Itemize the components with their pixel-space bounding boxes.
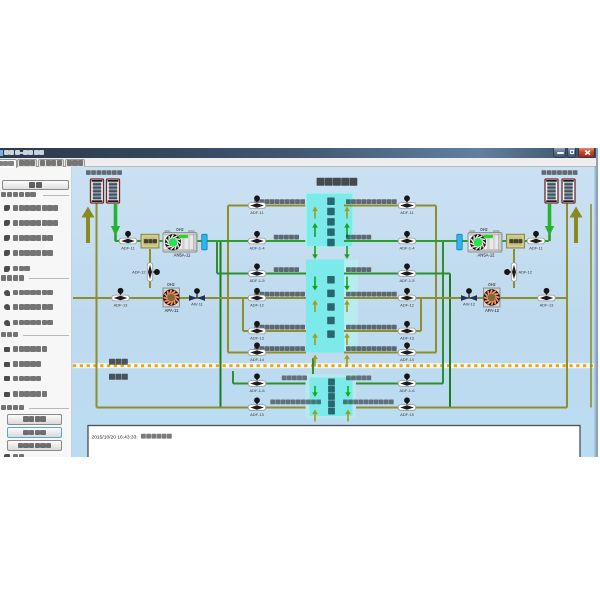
svg-text:ADF-12: ADF-12 xyxy=(400,303,415,308)
svg-text:ADF-14: ADF-14 xyxy=(400,357,415,362)
svg-text:AN5A-12: AN5A-12 xyxy=(478,252,496,257)
svg-text:ADF-12: ADF-12 xyxy=(132,270,145,275)
svg-text:0Hz: 0Hz xyxy=(488,282,495,287)
svg-text:APA-11: APA-11 xyxy=(165,308,179,313)
svg-text:ADF-15: ADF-15 xyxy=(400,412,415,417)
svg-text:ADF-13: ADF-13 xyxy=(400,336,415,341)
svg-text:AN5A-11: AN5A-11 xyxy=(174,252,191,257)
svg-text:ADF-11: ADF-11 xyxy=(529,246,543,251)
svg-text:0Hz: 0Hz xyxy=(167,282,174,287)
svg-text:ADF-12: ADF-12 xyxy=(519,270,532,275)
svg-text:ADF-1-5: ADF-1-5 xyxy=(399,278,415,283)
svg-text:ADF-13: ADF-13 xyxy=(540,303,555,308)
svg-text:ADF-1-6: ADF-1-6 xyxy=(249,388,265,393)
svg-text:ADF-1-4: ADF-1-4 xyxy=(249,246,265,251)
svg-text:ADF-11: ADF-11 xyxy=(400,210,414,215)
svg-text:ADF-11: ADF-11 xyxy=(121,246,135,251)
svg-text:AIV-12: AIV-12 xyxy=(463,302,476,307)
svg-text:ADF-1-6: ADF-1-6 xyxy=(399,388,415,393)
svg-text:0Hz: 0Hz xyxy=(176,227,183,232)
svg-text:AIV-11: AIV-11 xyxy=(191,302,203,307)
svg-text:ADF-1-5: ADF-1-5 xyxy=(249,278,265,283)
svg-text:ADF-12: ADF-12 xyxy=(250,303,265,308)
svg-text:APA-12: APA-12 xyxy=(485,308,500,313)
svg-text:ADF-11: ADF-11 xyxy=(250,210,264,215)
svg-text:ADF-1-4: ADF-1-4 xyxy=(399,246,415,251)
svg-text:2015/10/20 16:43:33:: 2015/10/20 16:43:33: xyxy=(92,435,138,441)
svg-text:ADF-13: ADF-13 xyxy=(114,303,129,308)
svg-text:ADF-14: ADF-14 xyxy=(250,357,265,362)
svg-text:ADF-15: ADF-15 xyxy=(250,412,265,417)
svg-text:ADF-13: ADF-13 xyxy=(250,336,265,341)
svg-text:0Hz: 0Hz xyxy=(480,227,487,232)
